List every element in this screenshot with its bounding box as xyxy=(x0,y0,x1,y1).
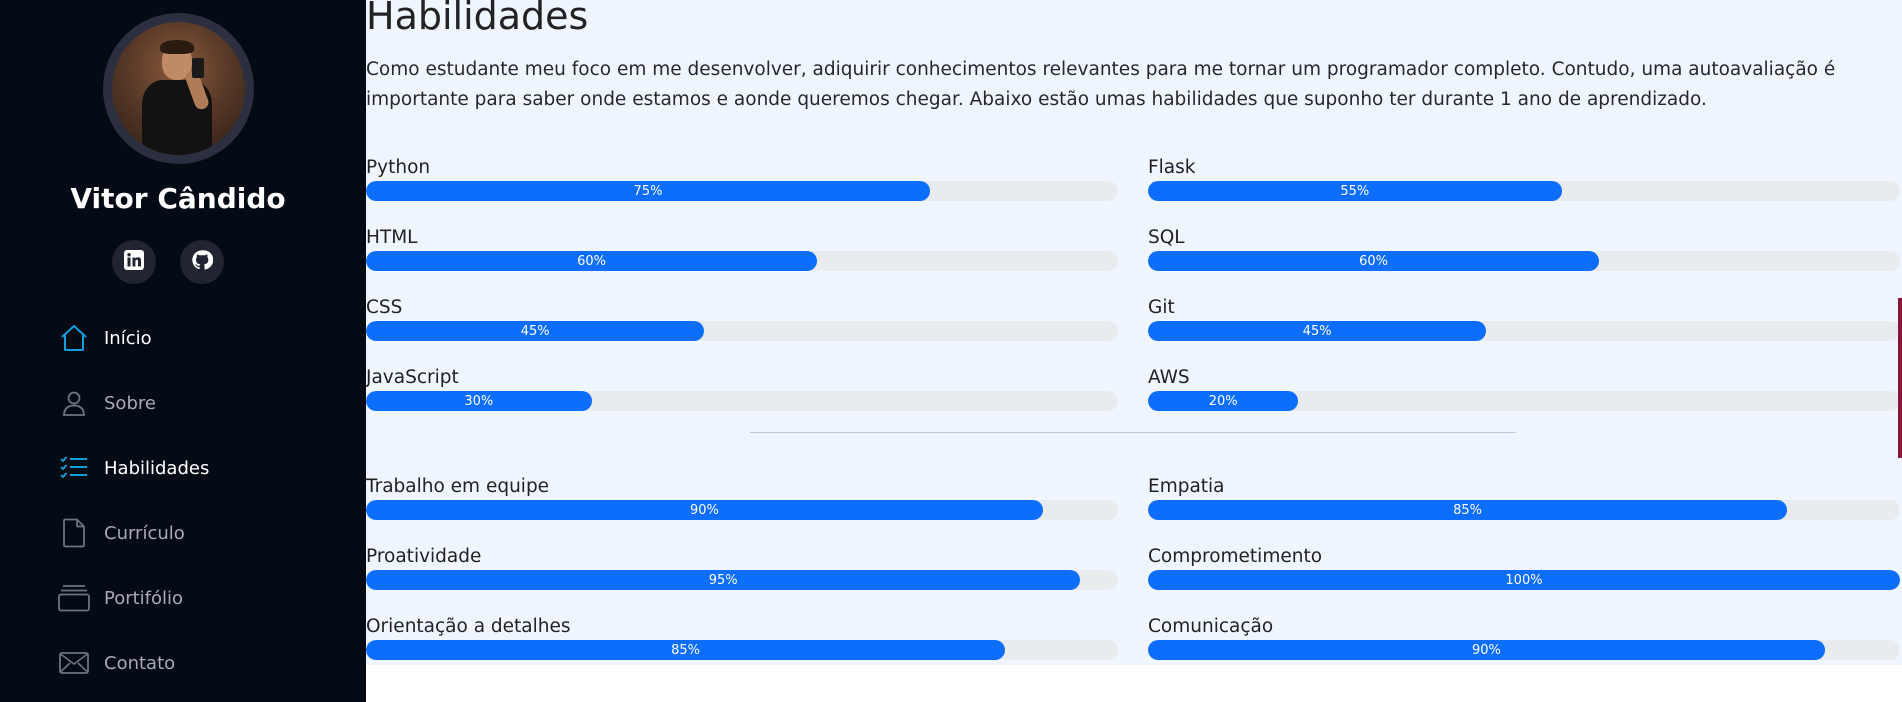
progress-track: 60% xyxy=(366,251,1118,271)
progress-track: 20% xyxy=(1148,391,1900,411)
progress-track: 85% xyxy=(366,640,1118,660)
skill-javascript: JavaScript 30% xyxy=(366,367,1118,417)
skill-comunicacao: Comunicação 90% xyxy=(1148,616,1900,666)
progress-bar: 100% xyxy=(1148,570,1900,590)
skill-name: AWS xyxy=(1148,367,1190,388)
skill-name: Flask xyxy=(1148,157,1196,178)
nav-item-inicio[interactable]: Início xyxy=(58,318,318,358)
nav-item-label: Currículo xyxy=(104,522,185,544)
progress-bar: 60% xyxy=(1148,251,1600,271)
skill-name: Orientação a detalhes xyxy=(366,616,571,637)
progress-track: 100% xyxy=(1148,570,1900,590)
progress-bar: 30% xyxy=(366,391,592,411)
nav-item-curriculo[interactable]: Currículo xyxy=(58,513,318,553)
progress-bar: 55% xyxy=(1148,181,1562,201)
avatar-ring xyxy=(103,13,254,164)
sidebar: Vitor Cândido Início Sobre Habilidades C… xyxy=(0,0,366,702)
progress-track: 60% xyxy=(1148,251,1900,271)
skill-name: Trabalho em equipe xyxy=(366,476,550,497)
progress-bar: 85% xyxy=(1148,500,1788,520)
progress-track: 45% xyxy=(366,321,1118,341)
skill-git: Git 45% xyxy=(1148,297,1900,347)
progress-bar: 45% xyxy=(366,321,705,341)
skill-html: HTML 60% xyxy=(366,227,1118,277)
skill-orientacao-a-detalhes: Orientação a detalhes 85% xyxy=(366,616,1118,666)
skill-name: SQL xyxy=(1148,227,1185,248)
skill-name: CSS xyxy=(366,297,403,318)
skill-sql: SQL 60% xyxy=(1148,227,1900,277)
skill-trabalho-em-equipe: Trabalho em equipe 90% xyxy=(366,476,1118,526)
nav-item-sobre[interactable]: Sobre xyxy=(58,383,318,423)
skill-empatia: Empatia 85% xyxy=(1148,476,1900,526)
nav-item-label: Início xyxy=(104,327,152,349)
skills-section: Habilidades Como estudante meu foco em m… xyxy=(366,0,1902,665)
github-button[interactable] xyxy=(180,240,224,284)
progress-bar: 90% xyxy=(1148,640,1825,660)
progress-track: 30% xyxy=(366,391,1118,411)
profile-name: Vitor Cândido xyxy=(70,182,286,215)
skill-name: Comprometimento xyxy=(1148,546,1323,567)
progress-track: 90% xyxy=(1148,640,1900,660)
progress-track: 75% xyxy=(366,181,1118,201)
linkedin-icon xyxy=(124,250,144,274)
skill-name: Comunicação xyxy=(1148,616,1274,637)
progress-bar: 85% xyxy=(366,640,1006,660)
nav-item-label: Contato xyxy=(104,652,176,674)
progress-bar: 45% xyxy=(1148,321,1487,341)
section-description: Como estudante meu foco em me desenvolve… xyxy=(366,59,1836,110)
progress-bar: 95% xyxy=(366,570,1081,590)
envelope-icon xyxy=(58,647,90,679)
list-check-icon xyxy=(58,452,90,484)
skill-name: HTML xyxy=(366,227,418,248)
github-icon xyxy=(191,249,214,275)
skill-name: Empatia xyxy=(1148,476,1225,497)
progress-bar: 20% xyxy=(1148,391,1299,411)
nav-item-label: Sobre xyxy=(104,392,156,414)
person-icon xyxy=(58,387,90,419)
home-icon xyxy=(58,322,90,354)
skill-name: JavaScript xyxy=(366,367,459,388)
progress-bar: 90% xyxy=(366,500,1043,520)
nav-item-contato[interactable]: Contato xyxy=(58,643,318,683)
skill-proatividade: Proatividade 95% xyxy=(366,546,1118,596)
file-icon xyxy=(58,517,90,549)
progress-track: 45% xyxy=(1148,321,1900,341)
skill-css: CSS 45% xyxy=(366,297,1118,347)
section-title: Habilidades xyxy=(366,0,589,38)
skill-name: Proatividade xyxy=(366,546,482,567)
nav-item-label: Habilidades xyxy=(104,457,210,479)
progress-bar: 75% xyxy=(366,181,930,201)
skill-comprometimento: Comprometimento 100% xyxy=(1148,546,1900,596)
nav-item-label: Portifólio xyxy=(104,587,184,609)
nav-item-habilidades[interactable]: Habilidades xyxy=(58,448,318,488)
progress-track: 85% xyxy=(1148,500,1900,520)
progress-track: 95% xyxy=(366,570,1118,590)
skill-python: Python 75% xyxy=(366,157,1118,207)
nav-item-portifolio[interactable]: Portifólio xyxy=(58,578,318,618)
skill-name: Python xyxy=(366,157,431,178)
portfolio-icon xyxy=(58,582,90,614)
divider xyxy=(750,432,1516,433)
progress-track: 55% xyxy=(1148,181,1900,201)
skill-flask: Flask 55% xyxy=(1148,157,1900,207)
avatar xyxy=(112,22,245,155)
progress-track: 90% xyxy=(366,500,1118,520)
skill-name: Git xyxy=(1148,297,1175,318)
linkedin-button[interactable] xyxy=(112,240,156,284)
scrollbar-thumb[interactable] xyxy=(1898,298,1902,458)
skill-aws: AWS 20% xyxy=(1148,367,1900,417)
progress-bar: 60% xyxy=(366,251,818,271)
